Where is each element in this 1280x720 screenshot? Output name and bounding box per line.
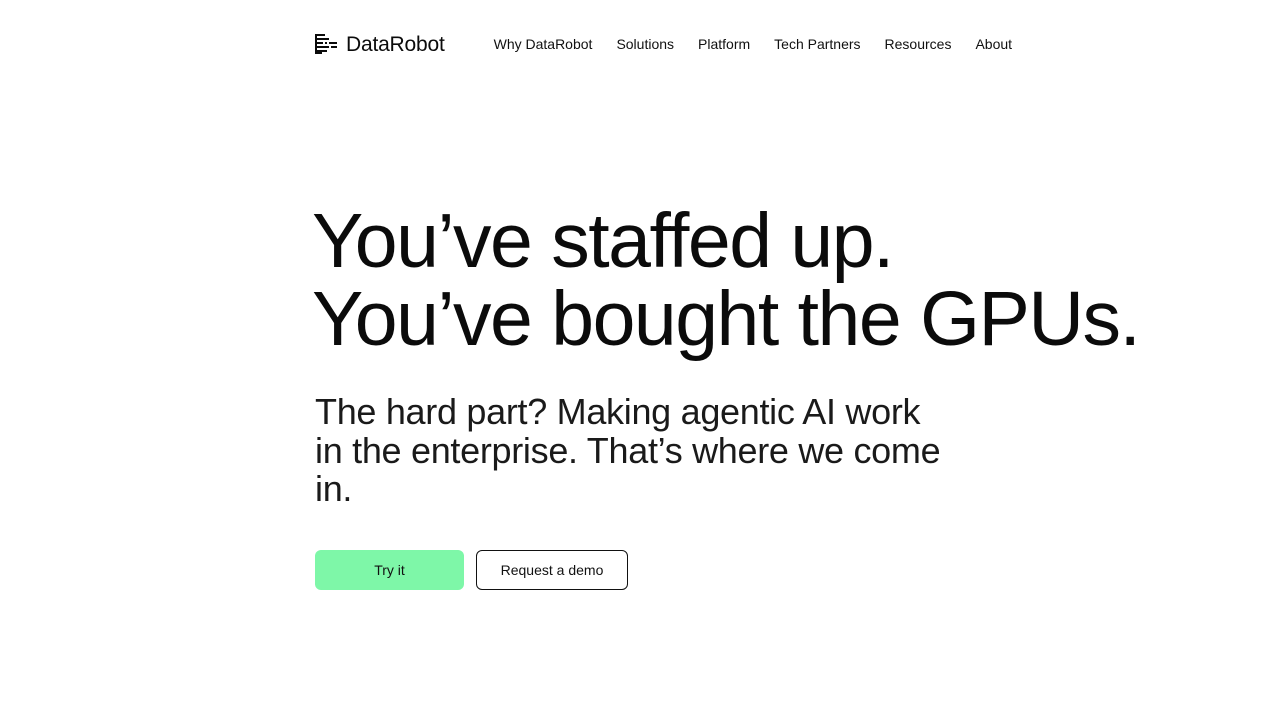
cta-row: Try it Request a demo (315, 550, 628, 590)
nav-item-about[interactable]: About (975, 36, 1012, 52)
datarobot-logo-icon (315, 34, 337, 54)
request-demo-button[interactable]: Request a demo (476, 550, 628, 590)
page: DataRobot Why DataRobot Solutions Platfo… (0, 0, 1280, 720)
site-header: DataRobot Why DataRobot Solutions Platfo… (315, 30, 1012, 58)
hero-title: You’ve staffed up. You’ve bought the GPU… (312, 198, 1141, 362)
hero-title-line-1: You’ve staffed up. (312, 198, 894, 284)
nav-item-platform[interactable]: Platform (698, 36, 750, 52)
nav-item-why-datarobot[interactable]: Why DataRobot (494, 36, 593, 52)
brand-logo[interactable]: DataRobot (315, 33, 445, 55)
hero-subtitle: The hard part? Making agentic AI work in… (315, 391, 941, 509)
main-nav: Why DataRobot Solutions Platform Tech Pa… (494, 30, 1012, 58)
nav-item-solutions[interactable]: Solutions (616, 36, 674, 52)
hero-title-line-2: You’ve bought the GPUs. (312, 276, 1141, 362)
brand-name: DataRobot (346, 32, 445, 56)
try-it-button[interactable]: Try it (315, 550, 464, 590)
nav-item-resources[interactable]: Resources (885, 36, 952, 52)
nav-item-tech-partners[interactable]: Tech Partners (774, 36, 860, 52)
